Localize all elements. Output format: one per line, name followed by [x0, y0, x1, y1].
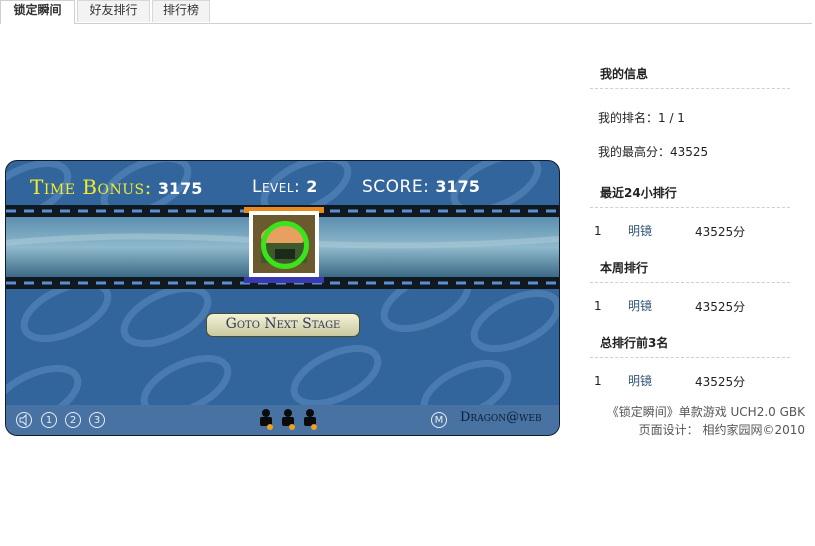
section-title-top3: 总排行前3名 [600, 336, 669, 350]
quality-1-button[interactable]: 1 [41, 412, 57, 428]
goto-next-stage-button[interactable]: Goto Next Stage [206, 313, 360, 337]
rank-score: 43525分 [695, 225, 746, 239]
lock-ring-icon [261, 221, 309, 269]
sound-icon[interactable] [16, 412, 32, 428]
section-title-week: 本周排行 [600, 261, 649, 275]
quality-2-button[interactable]: 2 [65, 412, 81, 428]
level-value: 2 [306, 177, 318, 196]
brand-logo: Dragon@web [460, 410, 542, 425]
tab-leaderboard[interactable]: 排行榜 [152, 0, 210, 22]
rank-no: 1 [594, 374, 602, 388]
rank-no: 1 [594, 299, 602, 313]
footer-line-2: 页面设计： 相约家园网©2010 [638, 423, 805, 437]
quality-3-button[interactable]: 3 [89, 412, 105, 428]
score-label: SCORE: [362, 177, 430, 197]
time-bonus-value: 3175 [157, 179, 203, 198]
tab-bar: 锁定瞬间 好友排行 排行榜 [0, 0, 812, 24]
lives-camera-icons [260, 409, 317, 430]
level-label: Level: [252, 177, 301, 197]
time-bonus-label: Time Bonus: [30, 175, 152, 199]
time-bonus-display: Time Bonus: 3175 [30, 176, 202, 198]
rank-name-link[interactable]: 明镜 [628, 297, 652, 314]
target-picture [253, 215, 315, 273]
tab-friend-ranking[interactable]: 好友排行 [77, 0, 150, 22]
my-info-title: 我的信息 [600, 67, 649, 81]
divider [590, 357, 790, 358]
my-best-score: 我的最高分：43525 [598, 145, 709, 159]
menu-button[interactable]: M [431, 412, 447, 428]
divider [590, 207, 790, 208]
rank-name-link[interactable]: 明镜 [628, 372, 652, 389]
rank-no: 1 [594, 224, 602, 238]
target-frame [249, 211, 319, 277]
rank-name-link[interactable]: 明镜 [628, 222, 652, 239]
score-value: 3175 [435, 177, 480, 196]
divider [590, 282, 790, 283]
rank-score: 43525分 [695, 375, 746, 389]
my-rank: 我的排名：1 / 1 [598, 111, 685, 125]
tab-lock-moment[interactable]: 锁定瞬间 [0, 0, 75, 24]
divider [590, 88, 790, 89]
score-display: SCORE: 3175 [362, 176, 480, 198]
level-display: Level: 2 [252, 176, 317, 198]
footer-line-1: 《锁定瞬间》单款游戏 UCH2.0 GBK [606, 405, 805, 419]
game-background [6, 161, 559, 428]
game-control-bar: 1 2 3 M Dragon@web [6, 405, 559, 435]
rank-score: 43525分 [695, 300, 746, 314]
section-title-24h: 最近24小排行 [600, 186, 677, 200]
game-canvas[interactable]: Time Bonus: 3175 Level: 2 SCORE: 3175 Goto … [5, 160, 560, 436]
